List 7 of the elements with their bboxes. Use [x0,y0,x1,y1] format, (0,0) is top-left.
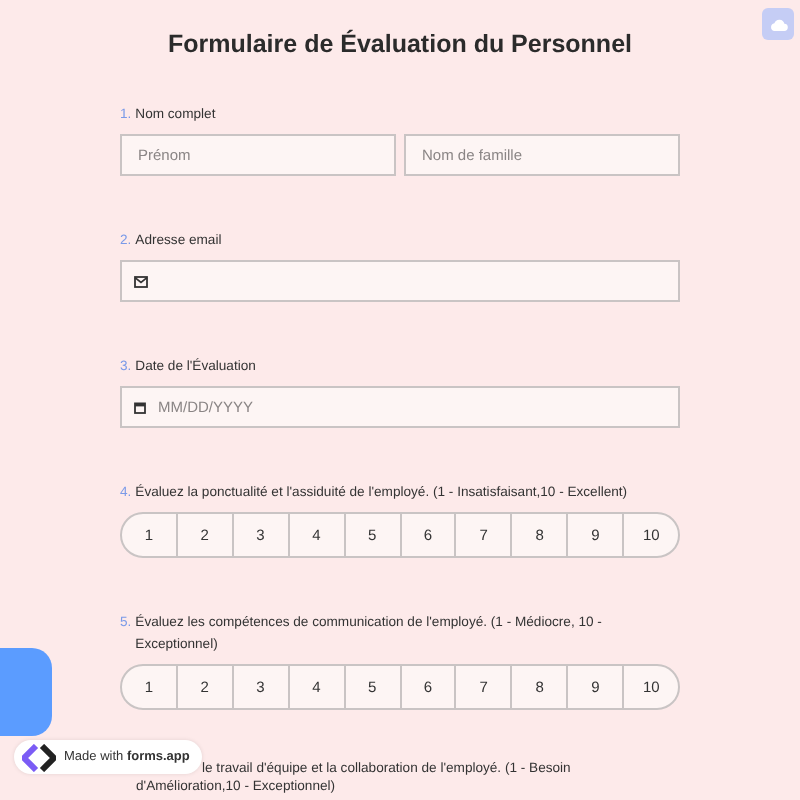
envelope-icon [134,275,148,287]
form-title: Formulaire de Évaluation du Personnel [168,30,632,60]
email-field[interactable] [120,260,680,302]
cloud-icon [769,17,787,31]
calendar-icon [134,401,146,413]
cloud-button[interactable] [762,8,794,40]
logo-icon [22,743,56,771]
